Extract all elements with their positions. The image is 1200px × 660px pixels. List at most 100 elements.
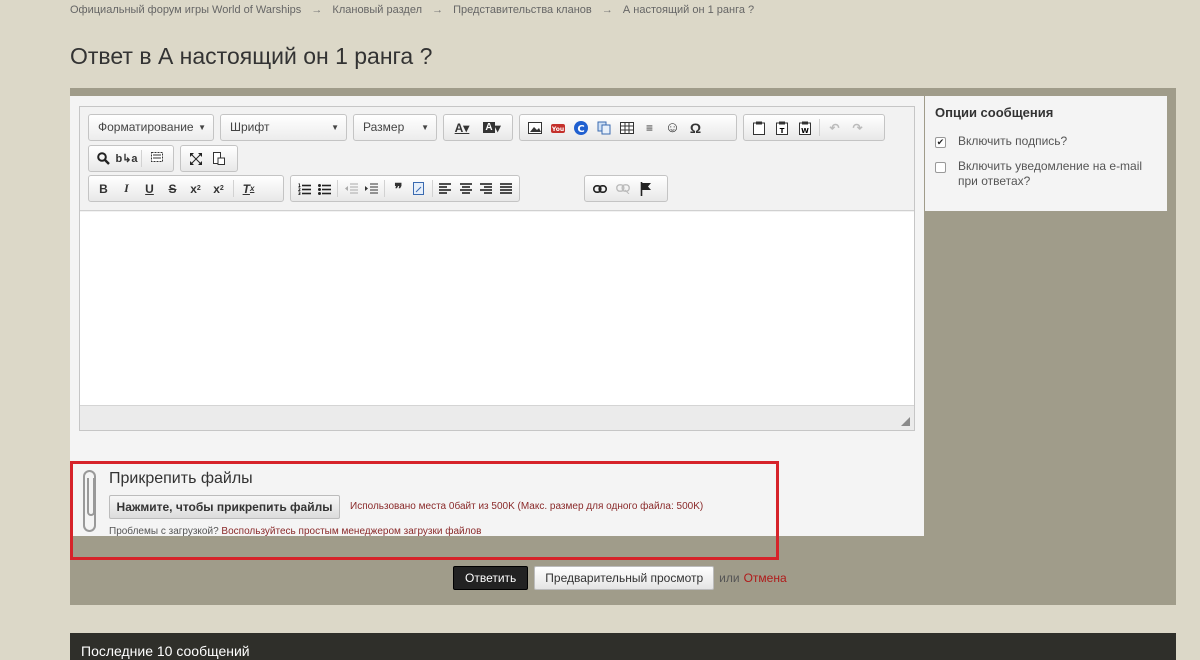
- paragraph-group: 123 ❞: [290, 175, 520, 202]
- horizontal-rule-icon[interactable]: ≡: [639, 117, 660, 138]
- background-color-icon[interactable]: A ▾: [478, 117, 506, 138]
- special-char-icon[interactable]: Ω: [685, 117, 706, 138]
- align-right-icon[interactable]: [477, 178, 495, 199]
- svg-text:3: 3: [298, 191, 301, 195]
- breadcrumb-topic[interactable]: А настоящий он 1 ранга ?: [623, 4, 754, 16]
- unlink-icon[interactable]: [612, 178, 633, 199]
- svg-text:W: W: [801, 127, 809, 135]
- breadcrumb-separator: →: [601, 4, 613, 16]
- resize-handle-icon[interactable]: [901, 417, 910, 426]
- rich-text-editor: Форматирование ▼ Шрифт ▼ Размер ▼ A▾ A▾: [79, 106, 915, 431]
- email-notify-option[interactable]: Включить уведомление на e-mail при ответ…: [935, 159, 1157, 189]
- basic-styles-group: B I U S x2 x2 Tx: [88, 175, 284, 202]
- signature-label: Включить подпись?: [958, 134, 1068, 148]
- size-combo-label: Размер: [363, 120, 405, 134]
- font-combo-label: Шрифт: [230, 120, 270, 134]
- reply-panel: Форматирование ▼ Шрифт ▼ Размер ▼ A▾ A▾: [70, 88, 1176, 605]
- paste-word-icon[interactable]: W: [794, 117, 815, 138]
- editor-toolbar: Форматирование ▼ Шрифт ▼ Размер ▼ A▾ A▾: [80, 107, 914, 211]
- editor-statusbar: [80, 405, 914, 430]
- insert-group: You C ≡ ☺ Ω: [519, 114, 737, 141]
- align-center-icon[interactable]: [457, 178, 475, 199]
- breadcrumb-clan-representations[interactable]: Представительства кланов: [453, 4, 592, 16]
- font-combo[interactable]: Шрифт ▼: [220, 114, 347, 141]
- strikethrough-icon[interactable]: S: [162, 178, 183, 199]
- table-icon[interactable]: [616, 117, 637, 138]
- align-left-icon[interactable]: [436, 178, 454, 199]
- link-group: [584, 175, 668, 202]
- redo-icon[interactable]: ↷: [847, 117, 868, 138]
- view-group: [180, 145, 238, 172]
- attach-problem-text: Проблемы с загрузкой? Воспользуйтесь про…: [109, 526, 481, 537]
- chevron-down-icon: ▼: [421, 123, 429, 132]
- post-options-panel: Опции сообщения ✔ Включить подпись? Вклю…: [925, 96, 1167, 211]
- last-posts-header: Последние 10 сообщений: [70, 633, 1176, 660]
- post-options-title: Опции сообщения: [935, 105, 1054, 120]
- link-icon[interactable]: [589, 178, 610, 199]
- youtube-icon[interactable]: You: [547, 117, 568, 138]
- anchor-flag-icon[interactable]: [635, 178, 656, 199]
- toolbar-divider: [384, 180, 386, 197]
- format-combo-label: Форматирование: [98, 120, 194, 134]
- reply-button[interactable]: Ответить: [453, 566, 529, 590]
- paste-text-icon[interactable]: T: [771, 117, 792, 138]
- breadcrumb-clan-section[interactable]: Клановый раздел: [332, 4, 422, 16]
- clipboard-group: T W ↶ ↷: [743, 114, 885, 141]
- svg-text:C: C: [577, 124, 584, 135]
- emoticon-icon[interactable]: ☺: [662, 117, 683, 138]
- attach-problem-label: Проблемы с загрузкой?: [109, 526, 219, 537]
- numbered-list-icon[interactable]: 123: [295, 178, 313, 199]
- format-combo[interactable]: Форматирование ▼: [88, 114, 214, 141]
- search-icon[interactable]: [93, 148, 114, 169]
- replace-icon[interactable]: b↳a: [115, 148, 137, 169]
- page-title: Ответ в А настоящий он 1 ранга ?: [70, 43, 433, 69]
- text-color-icon[interactable]: A▾: [448, 117, 476, 138]
- image-icon[interactable]: [524, 117, 545, 138]
- paste-icon[interactable]: [748, 117, 769, 138]
- toolbar-divider: [431, 180, 433, 197]
- indent-icon[interactable]: [362, 178, 380, 199]
- signature-checkbox[interactable]: ✔: [935, 137, 946, 148]
- spoiler-icon[interactable]: [409, 178, 427, 199]
- attach-files-button[interactable]: Нажмите, чтобы прикрепить файлы: [109, 495, 340, 519]
- align-justify-icon[interactable]: [497, 178, 515, 199]
- toolbar-divider: [141, 150, 142, 167]
- subscript-icon[interactable]: x2: [185, 178, 206, 199]
- copy-template-icon[interactable]: [593, 117, 614, 138]
- superscript-icon[interactable]: x2: [208, 178, 229, 199]
- select-all-icon[interactable]: [146, 148, 167, 169]
- toolbar-divider: [337, 180, 339, 197]
- blockquote-icon[interactable]: ❞: [389, 178, 407, 199]
- email-notify-checkbox[interactable]: [935, 162, 946, 173]
- chevron-down-icon: ▼: [198, 123, 206, 132]
- svg-text:T: T: [779, 127, 784, 135]
- maximize-icon[interactable]: [185, 148, 206, 169]
- underline-icon[interactable]: U: [139, 178, 160, 199]
- breadcrumb-separator: →: [311, 4, 323, 16]
- paperclip-icon: [83, 470, 96, 532]
- italic-icon[interactable]: I: [116, 178, 137, 199]
- signature-option[interactable]: ✔ Включить подпись?: [935, 134, 1157, 149]
- remove-format-icon[interactable]: Tx: [238, 178, 259, 199]
- outdent-icon[interactable]: [342, 178, 360, 199]
- cancel-link[interactable]: Отмена: [744, 571, 787, 585]
- or-text: или: [719, 571, 740, 585]
- special-media-icon[interactable]: C: [570, 117, 591, 138]
- editor-content-area[interactable]: [80, 212, 914, 405]
- undo-icon[interactable]: ↶: [824, 117, 845, 138]
- bulleted-list-icon[interactable]: [315, 178, 333, 199]
- source-icon[interactable]: [208, 148, 229, 169]
- svg-text:You: You: [551, 126, 564, 133]
- preview-button[interactable]: Предварительный просмотр: [534, 566, 715, 590]
- color-group: A▾ A ▾: [443, 114, 513, 141]
- attach-usage-info: Использовано места 0байт из 500K (Макс. …: [350, 501, 704, 512]
- breadcrumb-forum[interactable]: Официальный форум игры World of Warships: [70, 4, 301, 16]
- toolbar-divider: [233, 180, 234, 197]
- size-combo[interactable]: Размер ▼: [353, 114, 437, 141]
- simple-uploader-link[interactable]: Воспользуйтесь простым менеджером загруз…: [221, 526, 481, 537]
- breadcrumb: Официальный форум игры World of Warships…: [70, 4, 754, 16]
- toolbar-divider: [819, 119, 820, 136]
- bold-icon[interactable]: B: [93, 178, 114, 199]
- breadcrumb-separator: →: [432, 4, 444, 16]
- attach-files-section: Прикрепить файлы Нажмите, чтобы прикрепи…: [70, 461, 779, 560]
